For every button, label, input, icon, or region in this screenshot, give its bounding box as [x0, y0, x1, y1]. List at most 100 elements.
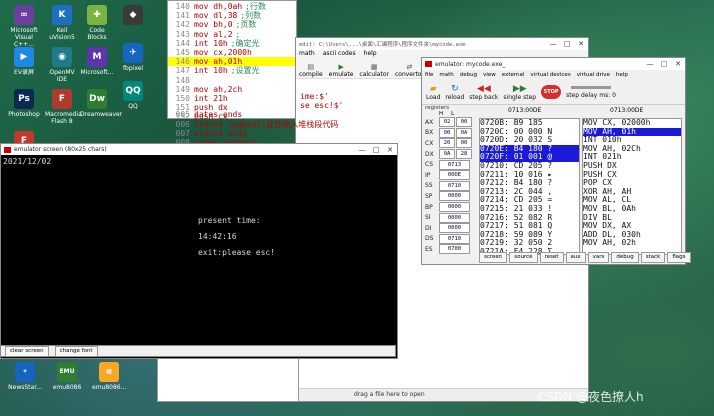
memory-row[interactable]: 0720F: 01 001 @ [480, 153, 579, 162]
maximize-button[interactable]: □ [657, 60, 671, 68]
register-low-field[interactable]: 00 [456, 138, 472, 149]
debugger-menu-item[interactable]: virtual drive [577, 72, 610, 78]
disassembly-list[interactable]: MOV CX, 02000h MOV AH, 01h INT 010h MOV AH,… [582, 118, 682, 255]
desktop-icon-c-0[interactable]: ✚ Code Blocks [80, 5, 114, 41]
desktop-icon-a-1[interactable]: ▶ EV录屏 [7, 47, 41, 76]
desktop-icon-d-1[interactable]: ✈ fbpixel [116, 43, 150, 72]
editor-menu-item[interactable]: help [364, 50, 377, 60]
debugger-menu-item[interactable]: debug [460, 72, 477, 78]
close-button[interactable]: ✕ [574, 40, 588, 48]
disassembly-row[interactable]: MOV BL, 0Ah [583, 205, 681, 214]
memory-address-left[interactable]: 0713:00DE [508, 107, 568, 114]
debugger-menu-item[interactable]: virtual devices [530, 72, 570, 78]
register-high-field[interactable]: 20 [439, 138, 455, 149]
editor-menu-item[interactable]: ascii codes [323, 50, 356, 60]
stack-button[interactable]: stack [640, 252, 666, 263]
editor-tool-compile[interactable]: ▤ compile [299, 63, 323, 78]
register-high-field[interactable]: 00 [439, 127, 455, 138]
register-value-field[interactable]: 0000 [439, 223, 470, 234]
register-value-field[interactable]: 00DE [439, 170, 470, 181]
desktop-icon-b-0[interactable]: K Keil uVision5 [45, 5, 79, 41]
register-value-field[interactable]: 0000 [439, 202, 470, 213]
desktop-icon-c-2[interactable]: Dw Dreamweaver [80, 89, 122, 118]
reset-button[interactable]: reset [539, 252, 564, 263]
disassembly-row[interactable]: MOV CX, 02000h [583, 119, 681, 128]
desktop-icon-d-2[interactable]: QQ QQ [116, 81, 150, 110]
disassembly-row[interactable]: ADD DL, 030h [583, 231, 681, 240]
debugger-menu-item[interactable]: file [425, 72, 433, 78]
close-button[interactable]: ✕ [383, 146, 397, 154]
screen-button[interactable]: screen [479, 252, 508, 263]
flags-button[interactable]: flags [667, 252, 691, 263]
disassembly-row[interactable]: MOV AH, 02Ch [583, 145, 681, 154]
desktop-icon-b-2[interactable]: F Macromedia Flash 8 [45, 89, 82, 125]
disassembly-row[interactable]: POP CX [583, 179, 681, 188]
memory-row[interactable]: 07212: B4 180 ? [480, 179, 579, 188]
maximize-button[interactable]: □ [560, 40, 574, 48]
memory-row[interactable]: 0720B: B9 185 [480, 119, 579, 128]
desktop-icon-b-1[interactable]: ◉ OpenMV IDE [45, 47, 79, 83]
stop-button[interactable]: STOP [541, 85, 562, 99]
memory-row[interactable]: 07214: CD 205 = [480, 196, 579, 205]
clear-screen-button[interactable]: clear screen [5, 345, 49, 357]
maximize-button[interactable]: □ [369, 146, 383, 154]
register-high-field[interactable]: 0A [439, 149, 455, 160]
register-value-field[interactable]: 0710 [439, 233, 470, 244]
load-button[interactable]: ▰ Load [426, 84, 440, 101]
register-value-field[interactable]: 0000 [439, 191, 470, 202]
memory-address-right[interactable]: 0713:00DE [610, 107, 670, 114]
single-step-button[interactable]: ▶▶ single step [503, 84, 536, 101]
minimize-button[interactable]: — [643, 60, 657, 68]
register-low-field[interactable]: 00 [456, 117, 472, 128]
disassembly-row[interactable]: MOV AL, CL [583, 196, 681, 205]
desktop-icon-a-2[interactable]: Ps Photoshop [7, 89, 41, 118]
aux-button[interactable]: aux [565, 252, 586, 263]
register-low-field[interactable]: 0A [456, 127, 472, 138]
memory-row[interactable]: 07216: 52 082 R [480, 214, 579, 223]
memory-row[interactable]: 0720D: 20 032 S [480, 136, 579, 145]
desktop-icon-bottom-0[interactable]: ✶ NewsStar... [8, 362, 42, 391]
memory-row[interactable]: 07215: 21 033 ! [480, 205, 579, 214]
step-delay-slider[interactable] [571, 85, 612, 89]
memory-row[interactable]: 07211: 10 016 ▸ [480, 171, 579, 180]
debugger-menu-item[interactable]: view [483, 72, 496, 78]
editor-menu-item[interactable]: math [299, 50, 315, 60]
register-low-field[interactable]: 28 [456, 149, 472, 160]
disassembly-row[interactable]: MOV DX, AX [583, 222, 681, 231]
minimize-button[interactable]: — [355, 146, 369, 154]
reload-button[interactable]: ↻ reload [445, 84, 464, 101]
editor-tool-emulate[interactable]: ▶ emulate [329, 63, 354, 78]
source-button[interactable]: source [509, 252, 538, 263]
disassembly-row[interactable]: MOV AH, 02h [583, 239, 681, 248]
memory-hex-list[interactable]: 0720B: B9 185 0720C: 00 000 N 0720D: 20 0… [479, 118, 580, 255]
memory-row[interactable]: 0720C: 00 000 N [480, 128, 579, 137]
editor-tool-convertor[interactable]: ⇄ convertor [395, 63, 424, 78]
memory-row[interactable]: 07210: CD 205 ? [480, 162, 579, 171]
change-font-button[interactable]: change font [54, 345, 98, 357]
register-value-field[interactable]: 0713 [439, 159, 470, 170]
memory-row[interactable]: 07219: 32 050 2 [480, 239, 579, 248]
register-value-field[interactable]: 0710 [439, 180, 470, 191]
desktop-icon-bottom-2[interactable]: ▦ emu8086... [92, 362, 126, 391]
desktop-icon-d-0[interactable]: ◆ [116, 5, 150, 27]
editor-tool-calculator[interactable]: ▦ calculator [359, 63, 389, 78]
debugger-menu-item[interactable]: external [502, 72, 525, 78]
disassembly-row[interactable]: MOV AH, 01h [583, 127, 681, 137]
disassembly-row[interactable]: INT 021h [583, 153, 681, 162]
debugger-menu-item[interactable]: math [439, 72, 453, 78]
vars-button[interactable]: vars [587, 252, 610, 263]
disassembly-row[interactable]: PUSH DX [583, 162, 681, 171]
step-back-button[interactable]: ◀◀ step back [469, 84, 498, 101]
register-value-field[interactable]: 0000 [439, 212, 470, 223]
register-high-field[interactable]: 02 [439, 117, 455, 128]
memory-row[interactable]: 07213: 2C 044 , [480, 188, 579, 197]
debugger-menu-item[interactable]: help [616, 72, 628, 78]
desktop-icon-a-0[interactable]: ∞ Microsoft Visual C++... [7, 5, 41, 48]
minimize-button[interactable]: — [546, 40, 560, 48]
disassembly-row[interactable]: PUSH CX [583, 171, 681, 180]
debug-button[interactable]: debug [611, 252, 639, 263]
memory-row[interactable]: 0720E: B4 180 ? [480, 144, 579, 154]
close-button[interactable]: ✕ [671, 60, 685, 68]
disassembly-row[interactable]: INT 010h [583, 136, 681, 145]
disassembly-row[interactable]: XOR AH, AH [583, 188, 681, 197]
